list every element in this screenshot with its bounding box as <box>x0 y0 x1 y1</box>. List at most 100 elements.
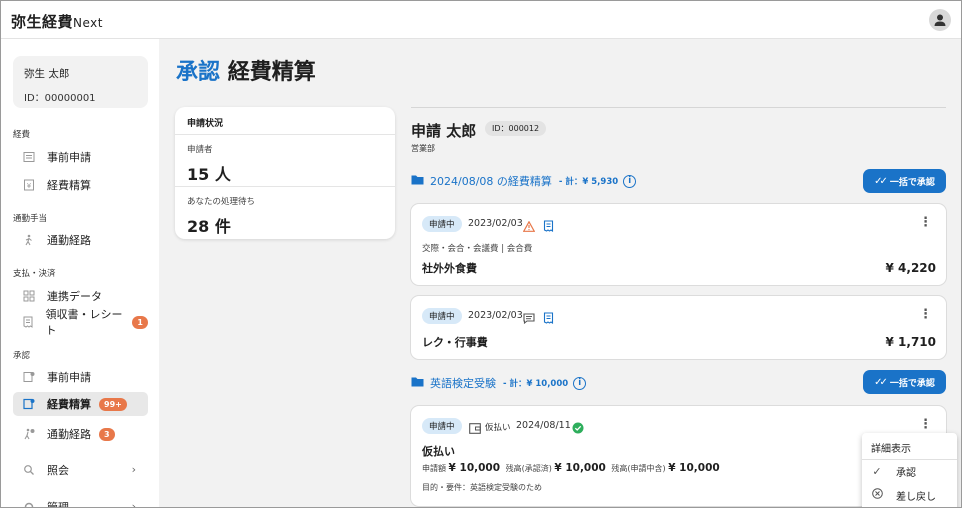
folder-icon <box>411 174 424 188</box>
pending-label: あなたの処理待ち <box>187 197 256 207</box>
user-name: 弥生 太郎 <box>24 68 70 80</box>
more-options-icon[interactable]: ⋮ <box>919 216 932 229</box>
warning-icon <box>522 217 536 236</box>
wallet-icon <box>469 419 481 438</box>
menu-item-label: 承認 <box>896 467 916 479</box>
gear-icon <box>22 500 36 507</box>
app-window: 弥生経費Next 弥生 太郎 ID：00000001 経費 事前申請 ¥ 経費精… <box>0 0 962 508</box>
menu-item-label: 詳細表示 <box>871 443 911 455</box>
applicants-value: 15 人 <box>187 165 231 184</box>
status-chip: 申請中 <box>422 308 462 324</box>
section-expense: 経費 <box>13 130 31 140</box>
sidebar-item-label: 事前申請 <box>47 151 91 164</box>
applicants-label: 申請者 <box>187 145 213 155</box>
info-icon[interactable]: i <box>623 174 637 188</box>
logo-main: 弥生経費 <box>11 13 74 31</box>
divider <box>411 107 946 108</box>
sidebar-item-label: 管理 <box>47 501 69 508</box>
status-chip: 申請中 <box>422 216 462 232</box>
section-approval: 承認 <box>13 351 31 361</box>
sidebar-item-label: 照会 <box>47 464 69 477</box>
sidebar-item-approval-commute[interactable]: 通勤経路 3 <box>13 422 148 446</box>
balance-approved-amount: ¥ 10,000 <box>554 462 606 474</box>
menu-item-label: 差し戻し <box>896 491 936 503</box>
menu-item-send-back[interactable]: 差し戻し <box>862 483 957 507</box>
expense-card[interactable]: 申請中 2023/02/03 ⋮ レク・行事費 ¥ 1,710 <box>411 296 946 359</box>
chevron-right-icon: › <box>131 500 136 508</box>
expense-card[interactable]: 申請中 2023/02/03 ⋮ 交際・会合・会議費 | 会合費 社外外食費 ¥… <box>411 204 946 285</box>
double-check-icon: ✓✓ <box>874 175 888 187</box>
expense-name: レク・行事費 <box>422 336 488 349</box>
expense-group-header: 2024/08/08 の経費精算 - 計：¥ 5,930 i <box>411 173 637 189</box>
sidebar-item-label: 領収書・レシート <box>45 308 123 337</box>
user-id: ID：00000001 <box>24 93 96 104</box>
expense-date: 2023/02/03 <box>468 218 523 229</box>
info-icon[interactable]: i <box>573 376 587 390</box>
purpose-text: 目的・要件：英語検定受験のため <box>422 483 542 492</box>
walking-check-icon <box>22 427 36 441</box>
account-avatar[interactable] <box>929 9 951 31</box>
menu-item-details[interactable]: 詳細表示 <box>862 435 957 459</box>
sidebar-item-receipts[interactable]: 領収書・レシート 1 <box>13 308 148 337</box>
expense-name: 仮払い <box>422 445 455 458</box>
pending-row: あなたの処理待ち 28 件 <box>175 187 395 239</box>
application-status-card: 申請状況 申請者 15 人 あなたの処理待ち 28 件 <box>175 107 395 239</box>
advance-amounts: 申請額 ¥ 10,000 残高(承認済) ¥ 10,000 残高(申請中含) ¥… <box>422 462 723 474</box>
grid-icon <box>22 289 36 303</box>
bulk-approve-button[interactable]: ✓✓ 一括で承認 <box>863 169 946 193</box>
expense-amount: ¥ 4,220 <box>885 261 936 275</box>
pending-value: 28 件 <box>187 217 231 236</box>
receipts-badge: 1 <box>132 315 148 329</box>
receipt-icon <box>543 217 554 236</box>
applicant-id-chip: ID：000012 <box>485 121 547 136</box>
sidebar: 弥生 太郎 ID：00000001 経費 事前申請 ¥ 経費精算 通勤手当 通勤… <box>1 39 159 508</box>
yen-document-icon: ¥ <box>22 178 36 192</box>
context-menu: 詳細表示 ✓ 承認 差し戻し <box>862 433 957 507</box>
receipt-icon <box>22 315 35 329</box>
expense-name: 社外外食費 <box>422 262 477 275</box>
sidebar-item-inquiry[interactable]: 照会 › <box>13 458 148 482</box>
sidebar-item-label: 通勤経路 <box>47 234 91 247</box>
more-options-icon[interactable]: ⋮ <box>919 418 932 431</box>
sidebar-item-commute-route[interactable]: 通勤経路 <box>13 228 148 252</box>
sidebar-item-label: 通勤経路 <box>47 428 91 441</box>
app-logo[interactable]: 弥生経費Next <box>11 11 103 32</box>
bulk-approve-button[interactable]: ✓✓ 一括で承認 <box>863 370 946 394</box>
check-icon: ✓ <box>872 464 882 478</box>
requested-label: 申請額 <box>422 464 446 473</box>
status-chip: 申請中 <box>422 418 462 434</box>
form-icon <box>22 150 36 164</box>
page-title: 承認 経費精算 <box>176 54 316 86</box>
expense-date: 2023/02/03 <box>468 310 523 321</box>
comment-icon <box>523 309 535 328</box>
expense-group-header: 英語検定受験 - 計：¥ 10,000 i <box>411 375 587 391</box>
bulk-approve-label: 一括で承認 <box>889 177 935 188</box>
svg-text:¥: ¥ <box>27 182 32 190</box>
group-total: - 計：¥ 5,930 <box>558 177 619 187</box>
requested-amount: ¥ 10,000 <box>448 462 501 474</box>
applicant-name: 申請 太郎 <box>411 122 477 140</box>
approval-commute-badge: 3 <box>99 427 115 441</box>
cancel-circle-icon <box>862 488 892 502</box>
sidebar-item-approval-expense[interactable]: 経費精算 99+ <box>13 392 148 416</box>
folder-icon <box>411 376 424 390</box>
form-check-icon <box>22 370 36 384</box>
yen-document-check-icon <box>22 397 36 411</box>
sidebar-item-manage[interactable]: 管理 › <box>13 495 148 508</box>
page-title-main: 経費精算 <box>227 60 316 85</box>
status-card-title: 申請状況 <box>175 107 395 135</box>
advance-tag: 仮払い <box>485 423 511 433</box>
menu-item-approve[interactable]: ✓ 承認 <box>862 459 957 483</box>
expense-category: 交際・会合・会議費 | 会合費 <box>422 244 533 254</box>
top-bar: 弥生経費Next <box>1 1 961 39</box>
approval-expense-badge: 99+ <box>99 397 127 411</box>
sidebar-item-approval-pre-application[interactable]: 事前申請 <box>13 365 148 389</box>
group-total: - 計：¥ 10,000 <box>503 379 569 389</box>
receipt-icon <box>543 309 554 328</box>
more-options-icon[interactable]: ⋮ <box>919 308 932 321</box>
sidebar-item-linked-data[interactable]: 連携データ <box>13 284 148 308</box>
sidebar-item-pre-application[interactable]: 事前申請 <box>13 145 148 169</box>
sidebar-item-expense-settlement[interactable]: ¥ 経費精算 <box>13 173 148 197</box>
person-icon <box>934 14 946 26</box>
check-circle-icon <box>572 419 584 438</box>
